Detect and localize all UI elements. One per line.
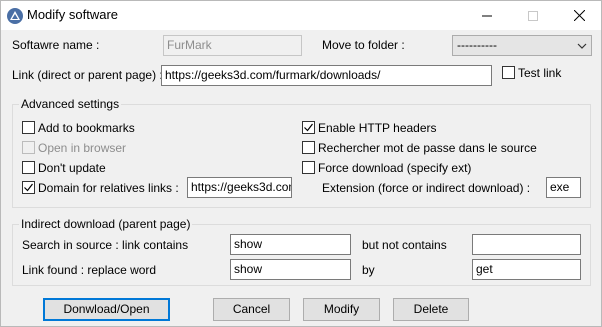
maximize-button[interactable] (510, 1, 556, 30)
download-open-button[interactable]: Donwload/Open (43, 298, 170, 321)
close-button[interactable] (556, 1, 602, 30)
search-password-label: Rechercher mot de passe dans le source (318, 141, 537, 155)
checkmark-icon (24, 183, 33, 192)
force-download-label: Force download (specify ext) (318, 161, 472, 175)
delete-button[interactable]: Delete (393, 298, 469, 321)
advanced-settings-title: Advanced settings (19, 97, 122, 111)
indirect-download-title: Indirect download (parent page) (19, 217, 193, 231)
enable-http-headers-label: Enable HTTP headers (318, 121, 437, 135)
software-name-field: FurMark (163, 35, 302, 56)
search-source-input[interactable]: show (230, 234, 351, 255)
folder-select-value: ---------- (457, 38, 497, 52)
add-to-bookmarks-label: Add to bookmarks (38, 121, 135, 135)
title-bar: Modify software (1, 1, 601, 30)
app-icon (7, 8, 23, 24)
dont-update-checkbox[interactable] (22, 161, 35, 174)
open-in-browser-label: Open in browser (38, 141, 127, 155)
link-label: Link (direct or parent page) : (12, 68, 163, 82)
dont-update-label: Don't update (38, 161, 106, 175)
search-source-label: Search in source : link contains (22, 238, 189, 252)
cancel-button[interactable]: Cancel (213, 298, 290, 321)
open-in-browser-checkbox (22, 141, 35, 154)
minimize-button[interactable] (464, 1, 510, 30)
checkmark-icon (304, 123, 313, 132)
test-link-label: Test link (518, 66, 562, 80)
window-title: Modify software (27, 7, 119, 22)
not-contains-label: but not contains (362, 238, 447, 252)
maximize-icon (528, 10, 538, 21)
test-link-checkbox[interactable] (502, 66, 515, 79)
close-icon (573, 10, 585, 21)
modify-button[interactable]: Modify (303, 298, 380, 321)
by-label: by (362, 263, 375, 277)
by-input[interactable]: get (472, 259, 581, 280)
replace-word-input[interactable]: show (230, 259, 351, 280)
extension-label: Extension (force or indirect download) : (322, 181, 531, 195)
minimize-icon (482, 15, 492, 16)
search-password-checkbox[interactable] (302, 141, 315, 154)
force-download-checkbox[interactable] (302, 161, 315, 174)
extension-input[interactable]: exe (546, 177, 581, 198)
domain-input[interactable]: https://geeks3d.com (187, 177, 292, 198)
replace-word-label: Link found : replace word (22, 263, 157, 277)
not-contains-input[interactable] (472, 234, 581, 255)
domain-for-links-label: Domain for relatives links : (38, 181, 179, 195)
folder-select[interactable]: ---------- (452, 35, 592, 56)
chevron-down-icon (577, 43, 587, 49)
move-to-folder-label: Move to folder : (322, 38, 405, 52)
domain-for-links-checkbox[interactable] (22, 181, 35, 194)
software-name-label: Softawre name : (12, 38, 100, 52)
modify-software-window: Modify software Softawre name : FurMark … (0, 0, 602, 327)
link-input[interactable]: https://geeks3d.com/furmark/downloads/ (161, 65, 492, 86)
add-to-bookmarks-checkbox[interactable] (22, 121, 35, 134)
enable-http-headers-checkbox[interactable] (302, 121, 315, 134)
